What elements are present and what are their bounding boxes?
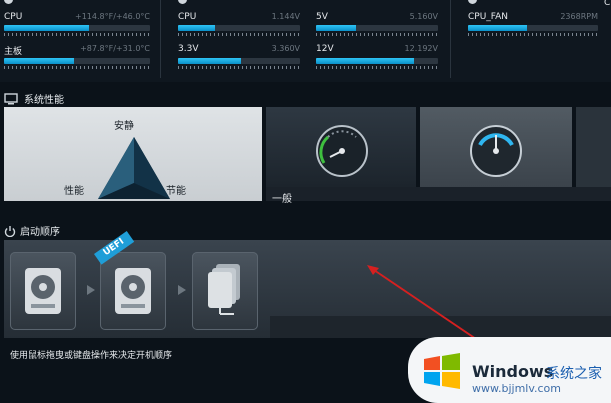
temp-cpu-label: CPU <box>4 12 23 22</box>
watermark-cn: 系统之家 <box>546 366 602 382</box>
volt-cpu-bar <box>178 25 300 31</box>
fan-cpu-scale <box>468 33 598 36</box>
volt-5v-label: 5V <box>316 12 328 22</box>
volt-5v-bar <box>316 25 438 31</box>
volt-5v-bar-fill <box>316 25 357 31</box>
volt-33-bar-fill <box>178 58 242 64</box>
windows-logo <box>424 353 460 389</box>
monitor-icon <box>4 90 18 105</box>
performance-triangle[interactable] <box>96 135 172 201</box>
perf-label-quiet: 安静 <box>114 121 134 132</box>
mode-caption-bar <box>266 187 611 201</box>
volt-12v-label: 12V <box>316 44 334 54</box>
mode-caption-normal: 一般 <box>272 194 292 205</box>
temperature-icon <box>4 0 13 4</box>
temp-mb-value: +87.8°F/+31.0°C <box>80 44 150 53</box>
volt-cpu-bar-fill <box>178 25 215 31</box>
temp-mb-bar-fill <box>4 58 75 64</box>
hardware-monitor: C CPU +114.8°F/+46.0°C 主板 +87.8°F/+31.0°… <box>0 0 611 82</box>
fan-icon <box>468 0 477 4</box>
volt-5v-value: 5.160V <box>409 12 438 21</box>
perf-section-title: 系统性能 <box>24 95 64 106</box>
watermark: Windows 系统之家 www.bjjmlv.com <box>408 337 611 403</box>
arrow-right-icon <box>87 285 95 295</box>
volt-33-value: 3.360V <box>271 44 300 53</box>
mode-card-normal[interactable] <box>266 107 416 187</box>
fan-cpu-label: CPU_FAN <box>468 12 509 22</box>
temp-mb-scale <box>4 66 150 69</box>
temp-cpu-bar <box>4 25 150 31</box>
volt-cpu-label: CPU <box>178 12 197 22</box>
fan-cpu-bar-fill <box>468 25 527 31</box>
boot-device-3[interactable] <box>192 252 258 330</box>
boot-section-title: 启动顺序 <box>20 227 60 238</box>
temp-cpu-value: +114.8°F/+46.0°C <box>74 12 150 21</box>
speedometer-normal-icon <box>316 125 368 177</box>
mode-card-partial[interactable] <box>576 107 611 187</box>
watermark-url: www.bjjmlv.com <box>472 382 561 395</box>
temp-cpu-scale <box>4 33 150 36</box>
boot-device-2[interactable] <box>100 252 166 330</box>
power-icon <box>4 222 16 238</box>
volt-12v-bar-fill <box>316 58 414 64</box>
boot-device-1[interactable] <box>10 252 76 330</box>
volt-33-bar <box>178 58 300 64</box>
hard-drive-icon <box>25 268 61 314</box>
fan-cpu-bar <box>468 25 598 31</box>
divider <box>160 0 161 78</box>
fan-cpu-value: 2368RPM <box>560 12 598 21</box>
temp-mb-bar <box>4 58 150 64</box>
speedometer-turbo-icon <box>470 125 522 177</box>
edge-marker: C <box>604 0 611 8</box>
watermark-title: Windows <box>472 362 554 381</box>
perf-label-efficiency: 节能 <box>166 186 186 197</box>
boot-hint-text: 使用鼠标拖曳或键盘操作来决定开机顺序 <box>10 351 173 361</box>
performance-triangle-panel[interactable]: 安静 性能 节能 <box>4 107 262 201</box>
arrow-right-icon <box>178 285 186 295</box>
volt-5v-scale <box>316 33 438 36</box>
volt-12v-value: 12.192V <box>404 44 438 53</box>
temp-cpu-bar-fill <box>4 25 89 31</box>
perf-label-performance: 性能 <box>64 186 84 197</box>
divider <box>450 0 451 78</box>
volt-cpu-value: 1.144V <box>271 12 300 21</box>
removable-drive-icon <box>208 264 240 315</box>
hard-drive-icon <box>115 268 151 314</box>
mode-card-turbo[interactable] <box>420 107 572 187</box>
volt-cpu-scale <box>178 33 300 36</box>
volt-12v-bar <box>316 58 438 64</box>
volt-33-label: 3.3V <box>178 44 199 54</box>
volt-12v-scale <box>316 66 438 69</box>
voltage-icon <box>178 0 187 4</box>
volt-33-scale <box>178 66 300 69</box>
temp-mb-label: 主板 <box>4 47 23 57</box>
